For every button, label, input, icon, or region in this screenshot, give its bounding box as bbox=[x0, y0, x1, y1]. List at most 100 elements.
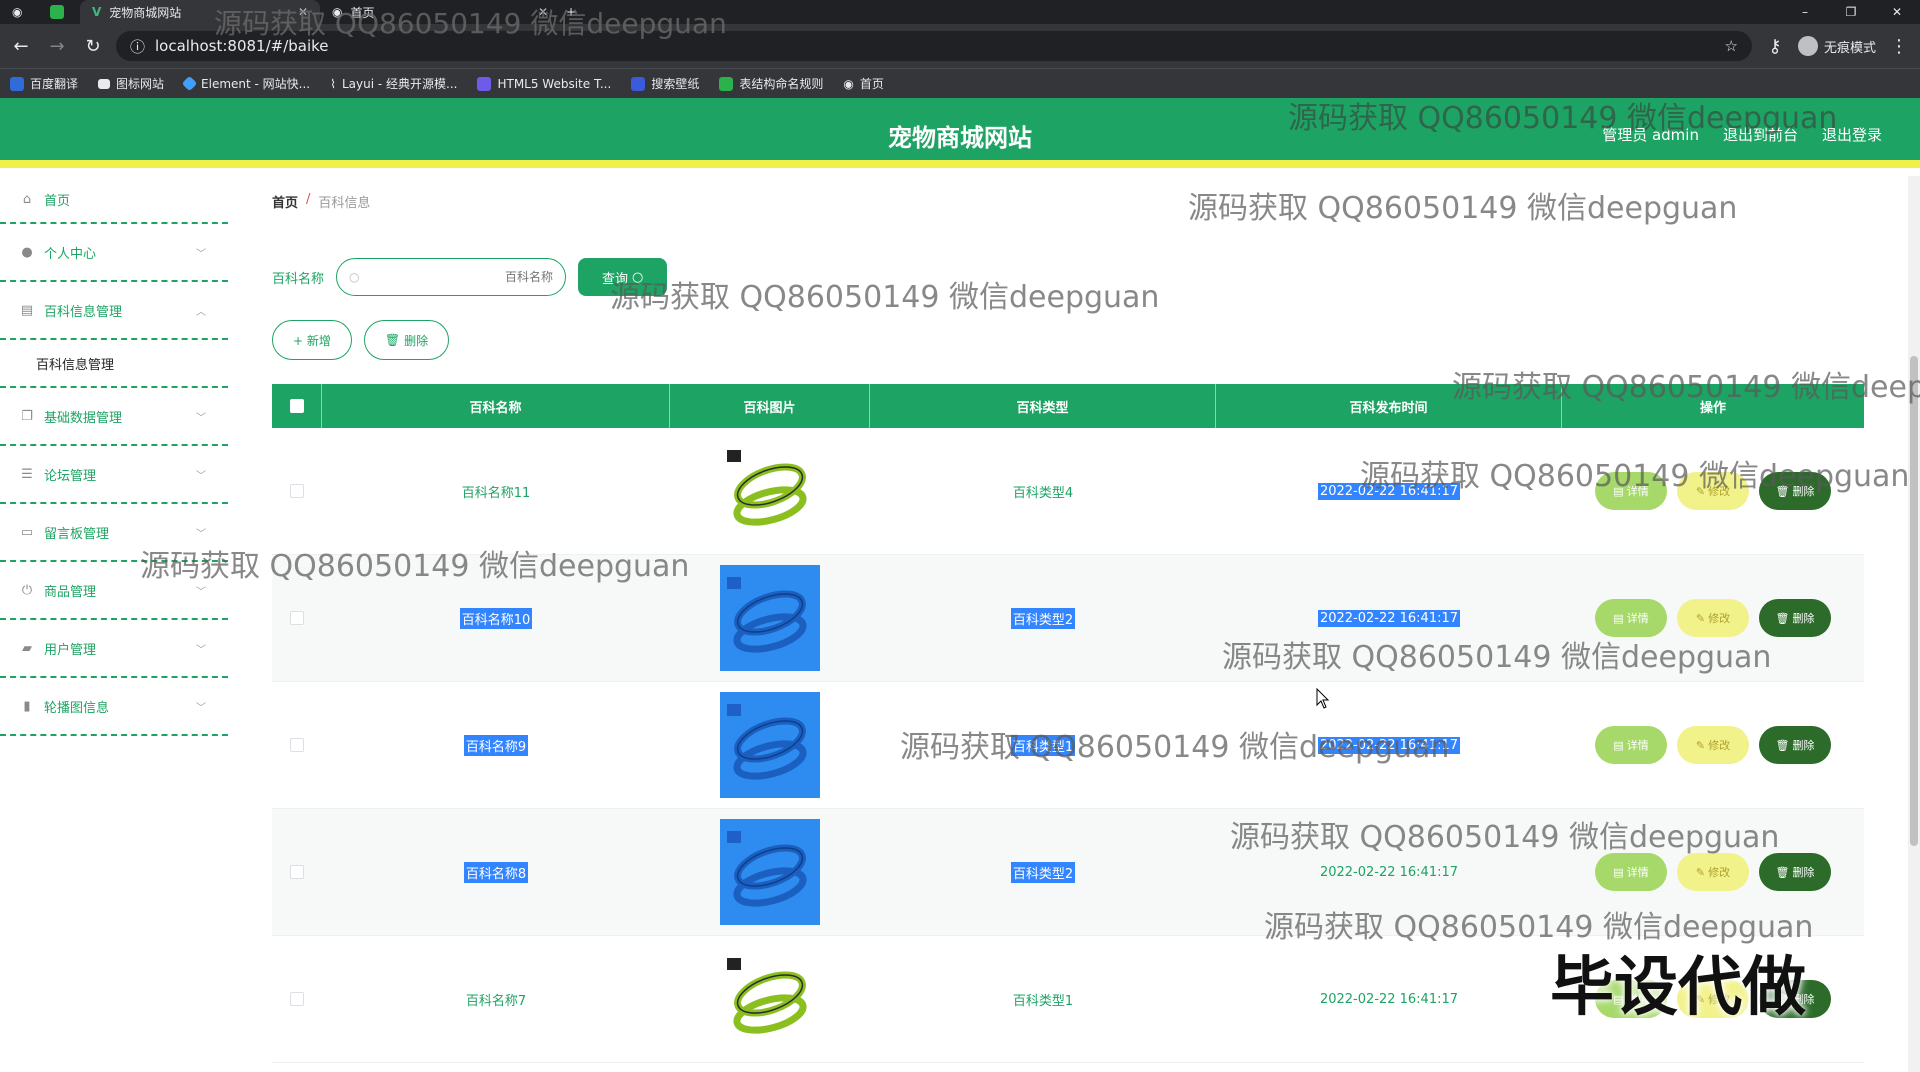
address-bar[interactable]: ⓘ localhost:8081/#/baike ☆ bbox=[116, 31, 1752, 61]
column-header[interactable]: 百科名称 bbox=[322, 384, 670, 428]
column-header[interactable]: 百科类型 bbox=[870, 384, 1216, 428]
delete-button[interactable]: 🗑 删除 bbox=[1759, 853, 1831, 891]
bookmark-item[interactable]: 百度翻译 bbox=[10, 75, 78, 92]
baike-image[interactable] bbox=[720, 565, 820, 671]
baike-name: 百科名称7 bbox=[465, 993, 527, 1009]
new-tab-button[interactable]: + bbox=[560, 0, 590, 24]
profile-label: 无痕模式 bbox=[1823, 40, 1876, 56]
baike-image[interactable] bbox=[720, 819, 820, 925]
bookmark-label: 图标网站 bbox=[116, 77, 165, 91]
breadcrumb-home[interactable]: 首页 bbox=[272, 192, 298, 211]
edit-button[interactable]: ✎ 修改 bbox=[1677, 726, 1749, 764]
baike-image[interactable] bbox=[720, 438, 820, 544]
close-tab-icon[interactable]: ✕ bbox=[538, 5, 548, 19]
close-window-button[interactable]: ✕ bbox=[1874, 5, 1920, 19]
bookmark-item[interactable]: HTML5 Website T... bbox=[477, 76, 611, 91]
batch-delete-button[interactable]: 🗑 删除 bbox=[363, 320, 450, 360]
baike-type: 百科类型1 bbox=[1012, 993, 1074, 1009]
table-row[interactable]: 百科名称9 百科类型1 2022-02-22 16:41:17 ▤ 详情 ✎ 修改 … bbox=[272, 682, 1864, 809]
bookmark-item[interactable]: 图标网站 bbox=[98, 75, 164, 92]
detail-button[interactable]: ▤ 详情 bbox=[1595, 853, 1667, 891]
bookmark-label: 首页 bbox=[859, 77, 884, 91]
sidebar-item-message-board[interactable]: ▭ 留言板管理 ﹀ bbox=[0, 504, 228, 562]
page-scrollbar[interactable] bbox=[1908, 176, 1920, 1072]
pencil-icon: ✎ bbox=[1695, 738, 1706, 752]
sidebar-item-goods[interactable]: ⏻ 商品管理 ﹀ bbox=[0, 562, 228, 620]
sidebar-item-label: 百科信息管理 bbox=[44, 304, 123, 320]
baike-image[interactable] bbox=[720, 946, 820, 1052]
sidebar-item-label: 轮播图信息 bbox=[44, 700, 110, 716]
sidebar-item-profile[interactable]: ● 个人中心 ﹀ bbox=[0, 224, 228, 282]
delete-button[interactable]: 🗑 删除 bbox=[1759, 472, 1831, 510]
key-icon[interactable]: ⚷ bbox=[1762, 33, 1788, 59]
search-field[interactable]: ○ bbox=[336, 258, 567, 296]
tab-home[interactable]: ◉ 首页 ✕ bbox=[320, 0, 560, 24]
bookmark-star-icon[interactable]: ☆ bbox=[1725, 37, 1738, 55]
query-button[interactable]: 查询 ○ bbox=[578, 258, 668, 296]
baike-name: 百科名称8 bbox=[463, 861, 529, 883]
edit-button[interactable]: ✎ 修改 bbox=[1677, 599, 1749, 637]
sidebar-item-basic-data[interactable]: ❐ 基础数据管理 ﹀ bbox=[0, 388, 228, 446]
browser-tab-strip: ◉ V 宠物商城网站 ✕ ◉ 首页 ✕ + – ❐ ✕ bbox=[0, 0, 1920, 24]
sidebar-item-carousel[interactable]: ▮ 轮播图信息 ﹀ bbox=[0, 678, 228, 736]
baike-image[interactable] bbox=[720, 692, 820, 798]
delete-button[interactable]: 🗑 删除 bbox=[1759, 599, 1831, 637]
back-to-frontend-link[interactable]: 退出到前台 bbox=[1723, 124, 1798, 145]
table-row[interactable]: 百科名称11 百科类型4 2022-02-22 16:41:17 ▤ 详情 ✎ 修改… bbox=[272, 428, 1864, 555]
search-input[interactable] bbox=[367, 270, 554, 284]
detail-icon: ▤ bbox=[1613, 865, 1624, 879]
tab-pet-store[interactable]: V 宠物商城网站 ✕ bbox=[80, 0, 320, 24]
detail-button[interactable]: ▤ 详情 bbox=[1595, 599, 1667, 637]
sidebar-item-home[interactable]: ⌂ 首页 bbox=[0, 176, 228, 224]
bookmark-item[interactable]: ◉ 首页 bbox=[843, 75, 884, 92]
element-logo-icon bbox=[181, 75, 198, 92]
globe-icon: ◉ bbox=[332, 5, 343, 19]
add-button[interactable]: + 新增 bbox=[272, 320, 352, 360]
logout-link[interactable]: 退出登录 bbox=[1822, 124, 1882, 145]
select-all-checkbox[interactable] bbox=[289, 399, 304, 413]
edit-button[interactable]: ✎ 修改 bbox=[1677, 853, 1749, 891]
close-tab-icon[interactable]: ✕ bbox=[298, 5, 308, 19]
row-checkbox[interactable] bbox=[290, 738, 304, 752]
detail-button[interactable]: ▤ 详情 bbox=[1595, 726, 1667, 764]
row-checkbox[interactable] bbox=[290, 611, 304, 625]
table-row[interactable]: 百科名称10 百科类型2 2022-02-22 16:41:17 ▤ 详情 ✎ 修改… bbox=[272, 555, 1864, 682]
info-icon[interactable]: ⓘ bbox=[130, 36, 145, 57]
minimize-button[interactable]: – bbox=[1782, 5, 1828, 19]
tab-search-icon[interactable]: ◉ bbox=[0, 0, 40, 24]
bookmark-item[interactable]: Element - 网站快... bbox=[181, 75, 311, 92]
table-row[interactable]: 百科名称8 百科类型2 2022-02-22 16:41:17 ▤ 详情 ✎ 修改 … bbox=[272, 809, 1864, 936]
sidebar-subitem-baike[interactable]: 百科信息管理 bbox=[0, 340, 228, 388]
bookmark-label: Element - 网站快... bbox=[201, 77, 311, 91]
bookmark-item[interactable]: 搜索壁纸 bbox=[631, 75, 699, 92]
restore-button[interactable]: ❐ bbox=[1828, 5, 1874, 19]
scrollbar-thumb[interactable] bbox=[1910, 356, 1918, 846]
chevron-up-icon: ︿ bbox=[196, 306, 206, 318]
bookmark-item[interactable]: ⌇ Layui - 经典开源模... bbox=[330, 75, 457, 92]
forward-arrow-icon[interactable]: → bbox=[44, 33, 70, 59]
publish-time: 2022-02-22 16:41:17 bbox=[1317, 736, 1461, 754]
back-arrow-icon[interactable]: ← bbox=[8, 33, 34, 59]
column-header[interactable]: 百科发布时间 bbox=[1216, 384, 1562, 428]
delete-button[interactable]: 🗑 删除 bbox=[1759, 726, 1831, 764]
edit-button[interactable]: ✎ 修改 bbox=[1677, 472, 1749, 510]
tab-app-icon[interactable] bbox=[40, 0, 80, 24]
sidebar-item-baike[interactable]: ▤ 百科信息管理 ︿ bbox=[0, 282, 228, 340]
menu-kebab-icon[interactable]: ⋮ bbox=[1886, 33, 1912, 59]
edit-label: 修改 bbox=[1708, 739, 1731, 752]
bookmark-item[interactable]: 表结构命名规则 bbox=[719, 75, 823, 92]
detail-button[interactable]: ▤ 详情 bbox=[1595, 472, 1667, 510]
reload-icon[interactable]: ↻ bbox=[80, 33, 106, 59]
book-icon: ▤ bbox=[20, 302, 34, 318]
sidebar-item-users[interactable]: ▰ 用户管理 ﹀ bbox=[0, 620, 228, 678]
row-checkbox[interactable] bbox=[290, 992, 304, 1006]
leash-image-icon bbox=[727, 704, 807, 780]
leash-image-icon bbox=[725, 956, 815, 1042]
admin-user-link[interactable]: 管理员 admin bbox=[1602, 124, 1699, 145]
column-header[interactable]: 百科图片 bbox=[670, 384, 870, 428]
bookmark-label: 表结构命名规则 bbox=[739, 77, 824, 91]
row-checkbox[interactable] bbox=[290, 484, 304, 498]
row-checkbox[interactable] bbox=[290, 865, 304, 879]
incognito-profile[interactable]: 无痕模式 bbox=[1797, 36, 1876, 56]
sidebar-item-forum[interactable]: ☰ 论坛管理 ﹀ bbox=[0, 446, 228, 504]
